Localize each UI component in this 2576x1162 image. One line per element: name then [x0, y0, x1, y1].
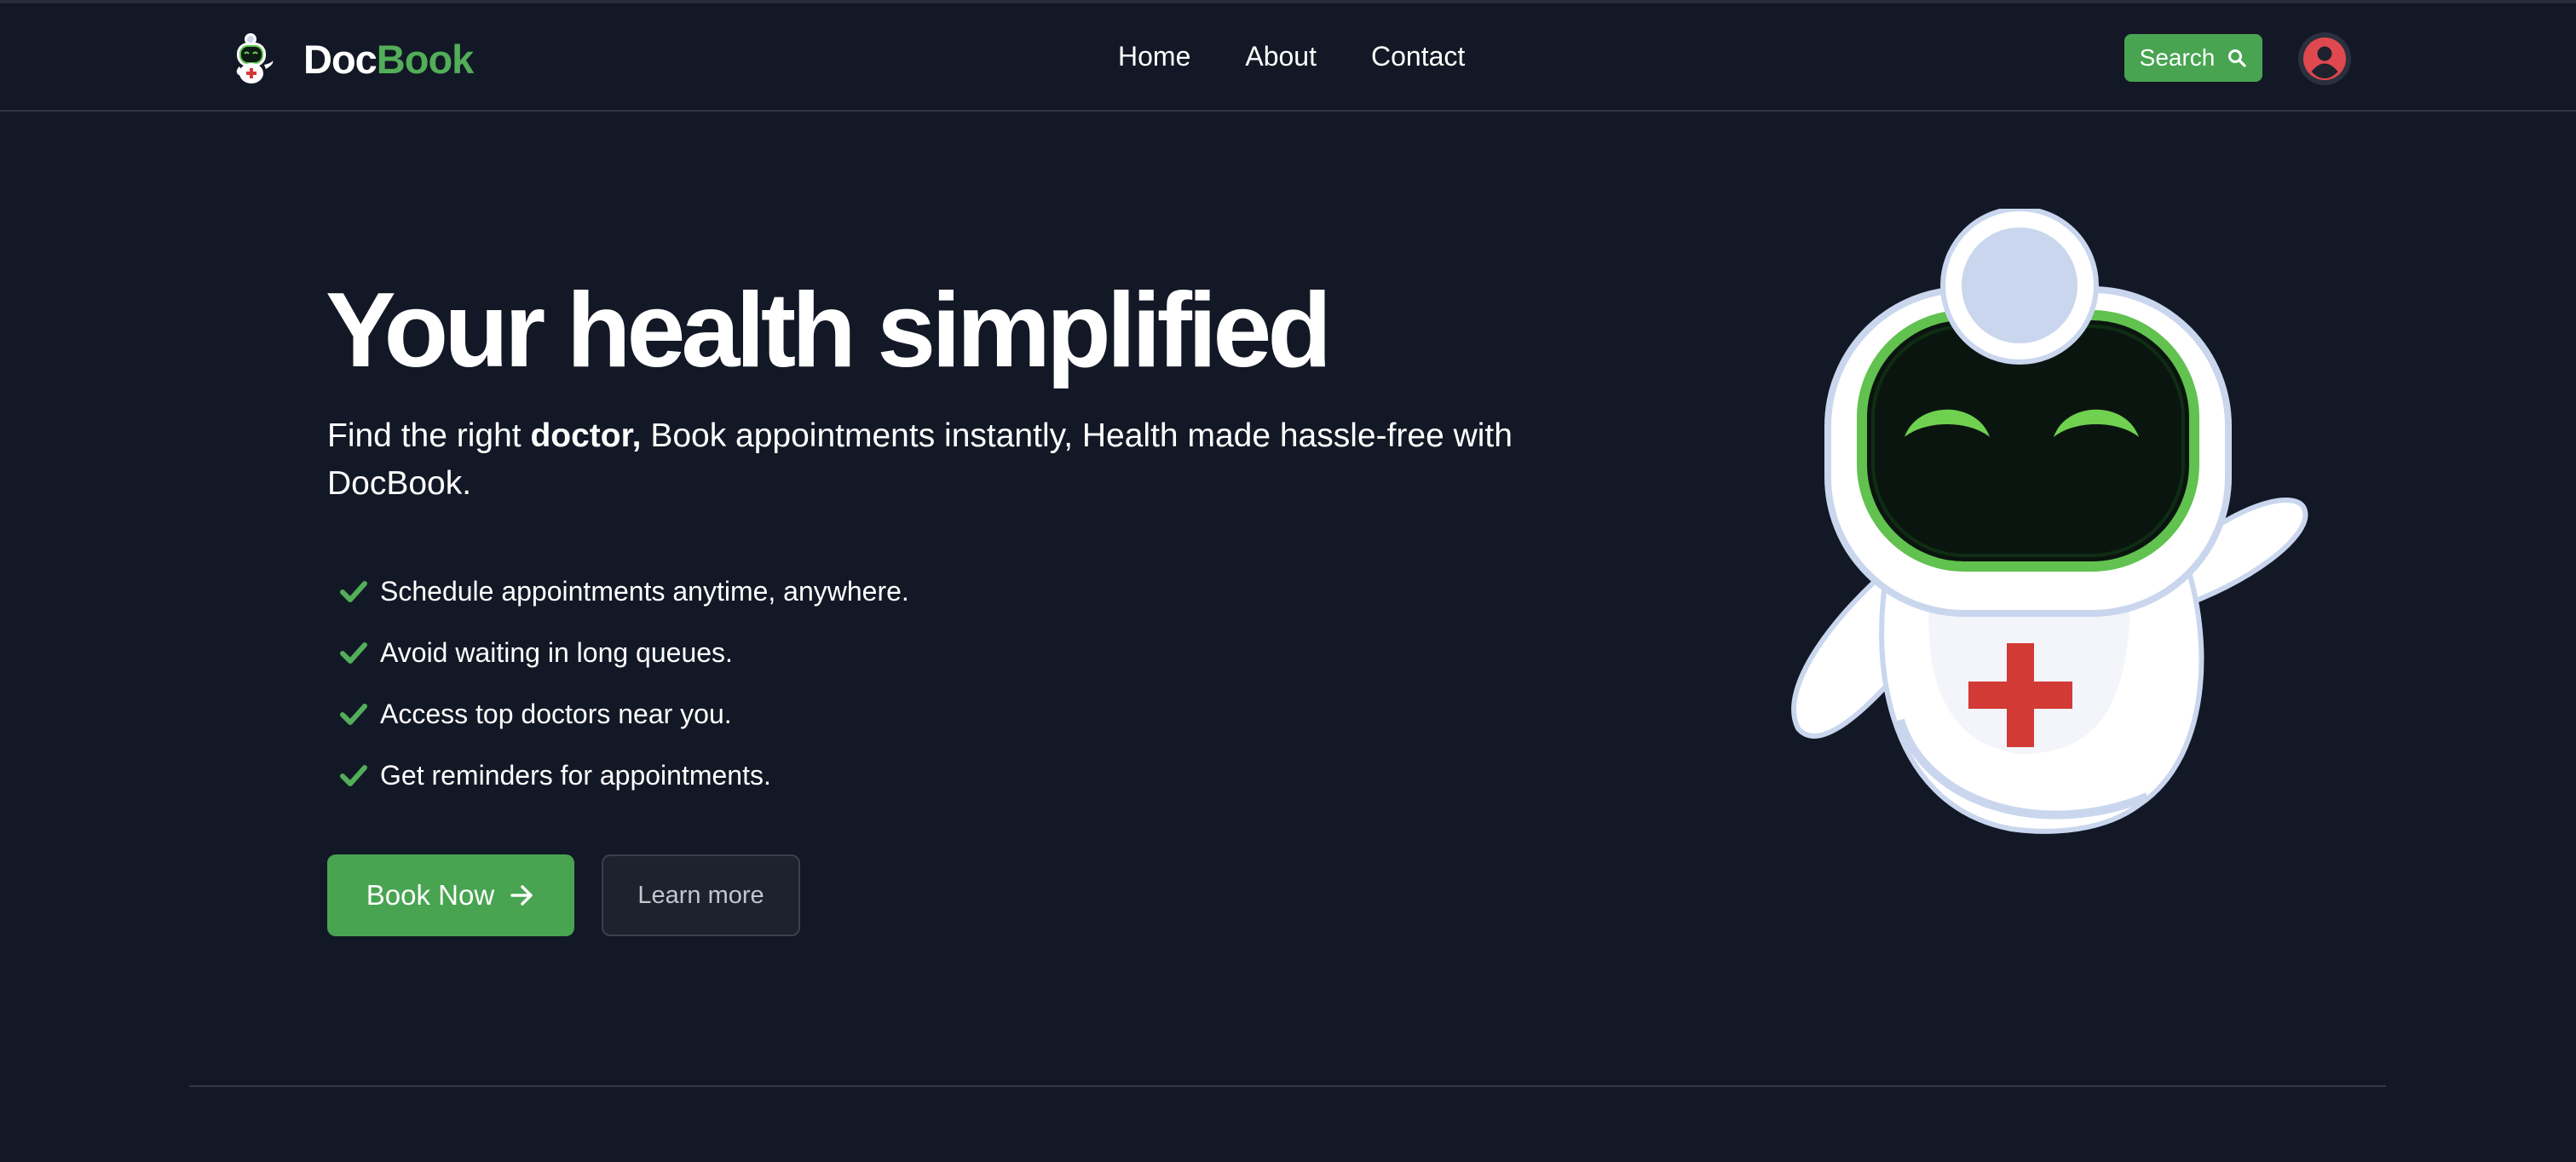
book-now-button[interactable]: Book Now [327, 854, 574, 936]
nav-contact-link[interactable]: Contact [1371, 41, 1465, 72]
feature-item: Get reminders for appointments. [339, 745, 909, 806]
user-account-button[interactable] [2298, 32, 2351, 85]
feature-text: Avoid waiting in long queues. [380, 636, 733, 668]
nav-about-link[interactable]: About [1245, 41, 1317, 72]
feature-item: Avoid waiting in long queues. [339, 622, 909, 683]
robot-doctor-mascot [1791, 209, 2308, 834]
search-button-label: Search [2139, 44, 2216, 71]
feature-list: Schedule appointments anytime, anywhere.… [339, 561, 909, 806]
hero-title: Your health simplified [326, 272, 1332, 389]
nav-home-link[interactable]: Home [1118, 41, 1190, 72]
hero-subtitle: Find the right doctor, Book appointments… [327, 412, 1563, 508]
check-icon [340, 581, 367, 602]
hero-subtitle-start: Find the right [327, 417, 531, 454]
check-icon [340, 704, 367, 725]
brand-name-book: Book [376, 36, 474, 82]
feature-text: Get reminders for appointments. [380, 759, 771, 791]
learn-more-label: Learn more [637, 881, 764, 909]
brand-name: DocBook [303, 36, 474, 83]
search-button[interactable]: Search [2124, 34, 2262, 82]
feature-text: Schedule appointments anytime, anywhere. [380, 575, 909, 607]
brand[interactable]: DocBook [225, 29, 474, 89]
hero-subtitle-bold: doctor, [530, 417, 642, 454]
book-now-label: Book Now [366, 879, 495, 911]
feature-item: Schedule appointments anytime, anywhere. [339, 561, 909, 622]
main-nav: Home About Contact [1118, 41, 1465, 72]
user-avatar-icon [2303, 37, 2346, 80]
feature-text: Access top doctors near you. [380, 698, 732, 729]
check-icon [340, 765, 367, 786]
navbar: DocBook Home About Contact Search [0, 3, 2576, 112]
section-divider [189, 1085, 2386, 1087]
robot-doctor-logo-icon [236, 33, 274, 83]
check-icon [340, 642, 367, 664]
feature-item: Access top doctors near you. [339, 683, 909, 745]
arrow-right-icon [510, 885, 533, 906]
learn-more-button[interactable]: Learn more [602, 854, 800, 936]
search-icon [2228, 49, 2246, 67]
brand-name-doc: Doc [303, 36, 377, 82]
